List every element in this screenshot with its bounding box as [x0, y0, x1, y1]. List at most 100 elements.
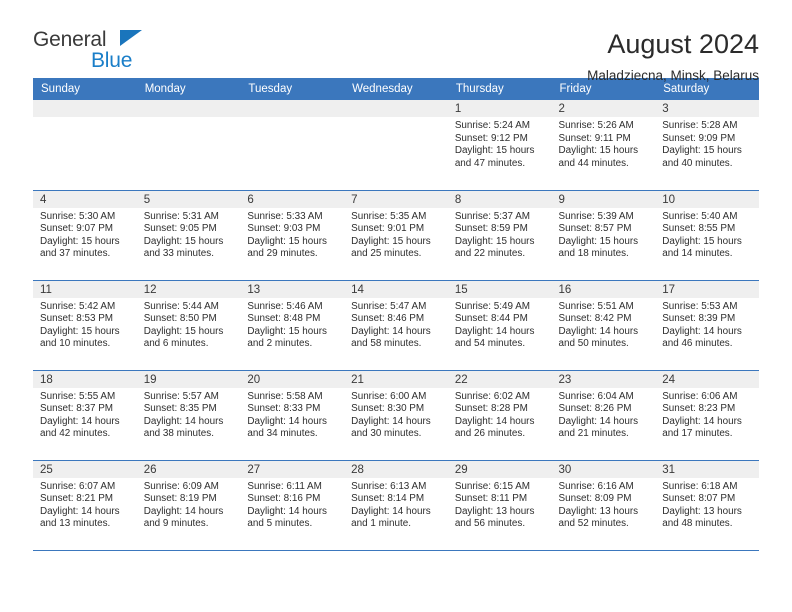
calendar-day-cell[interactable]: 15 Sunrise: 5:49 AM Sunset: 8:44 PM Dayligh…: [447, 280, 552, 371]
sunset-time: Sunset: 9:07 PM: [40, 223, 114, 235]
day-details: Sunrise: 5:24 AM Sunset: 9:12 PM Daylight:…: [448, 117, 552, 170]
calendar-day-cell[interactable]: 24 Sunrise: 6:06 AM Sunset: 8:23 PM Dayligh…: [655, 370, 759, 461]
daylight-line-2: and 13 minutes.: [40, 518, 111, 530]
daylight-line-1: Daylight: 14 hours: [40, 415, 120, 427]
day-cell-inner: 29 Sunrise: 6:15 AM Sunset: 8:11 PM Dayligh…: [447, 460, 552, 550]
calendar-day-cell[interactable]: 5 Sunrise: 5:31 AM Sunset: 9:05 PM Daylight…: [136, 190, 241, 281]
day-details: Sunrise: 6:07 AM Sunset: 8:21 PM Daylight:…: [33, 478, 137, 531]
calendar-day-cell[interactable]: 20 Sunrise: 5:58 AM Sunset: 8:33 PM Dayligh…: [240, 370, 345, 461]
calendar-day-cell[interactable]: 29 Sunrise: 6:15 AM Sunset: 8:11 PM Dayligh…: [447, 460, 552, 551]
calendar-day-cell[interactable]: 22 Sunrise: 6:02 AM Sunset: 8:28 PM Dayligh…: [447, 370, 552, 461]
calendar-day-cell[interactable]: 12 Sunrise: 5:44 AM Sunset: 8:50 PM Dayligh…: [136, 280, 241, 371]
day-details: Sunrise: 5:26 AM Sunset: 9:11 PM Daylight:…: [552, 117, 656, 170]
sunset-time: Sunset: 9:12 PM: [454, 132, 528, 144]
calendar-day-cell[interactable]: 27 Sunrise: 6:11 AM Sunset: 8:16 PM Dayligh…: [240, 460, 345, 551]
daylight-line-2: and 50 minutes.: [558, 338, 629, 350]
day-details: [344, 117, 448, 120]
calendar-day-cell[interactable]: 30 Sunrise: 6:16 AM Sunset: 8:09 PM Dayligh…: [551, 460, 656, 551]
page-header: General Blue August 2024 Maladziecna, Mi…: [0, 0, 792, 83]
calendar-day-cell[interactable]: 23 Sunrise: 6:04 AM Sunset: 8:26 PM Dayligh…: [551, 370, 656, 461]
weekday-header-monday: Monday: [136, 78, 241, 100]
sunrise-time: Sunrise: 6:09 AM: [143, 480, 219, 492]
daylight-line-2: and 18 minutes.: [558, 248, 629, 260]
daylight-line-2: and 29 minutes.: [247, 248, 318, 260]
day-cell-inner: [33, 100, 137, 190]
day-number: 5: [136, 190, 241, 208]
calendar-day-cell[interactable]: 19 Sunrise: 5:57 AM Sunset: 8:35 PM Dayligh…: [136, 370, 241, 461]
day-details: Sunrise: 5:35 AM Sunset: 9:01 PM Daylight:…: [344, 208, 448, 261]
logo-triangle-icon: [120, 30, 142, 46]
day-cell-inner: 12 Sunrise: 5:44 AM Sunset: 8:50 PM Dayligh…: [136, 280, 241, 370]
daylight-line-2: and 5 minutes.: [247, 518, 313, 530]
day-details: Sunrise: 5:31 AM Sunset: 9:05 PM Daylight:…: [137, 208, 241, 261]
sunrise-time: Sunrise: 6:00 AM: [351, 390, 427, 402]
daylight-line-1: Daylight: 15 hours: [662, 145, 742, 157]
calendar-day-cell[interactable]: 28 Sunrise: 6:13 AM Sunset: 8:14 PM Dayligh…: [344, 460, 448, 551]
sunset-time: Sunset: 8:21 PM: [40, 493, 114, 505]
calendar-day-cell[interactable]: 16 Sunrise: 5:51 AM Sunset: 8:42 PM Dayligh…: [551, 280, 656, 371]
calendar-day-cell[interactable]: 17 Sunrise: 5:53 AM Sunset: 8:39 PM Dayligh…: [655, 280, 759, 371]
calendar-day-cell[interactable]: 1 Sunrise: 5:24 AM Sunset: 9:12 PM Daylight…: [447, 100, 552, 191]
daylight-line-1: Daylight: 14 hours: [454, 325, 535, 337]
calendar-day-cell[interactable]: 2 Sunrise: 5:26 AM Sunset: 9:11 PM Daylight…: [551, 100, 656, 191]
day-cell-inner: 6 Sunrise: 5:33 AM Sunset: 9:03 PM Daylight…: [240, 190, 345, 280]
sunrise-time: Sunrise: 6:16 AM: [558, 480, 634, 492]
calendar-day-cell[interactable]: 10 Sunrise: 5:40 AM Sunset: 8:55 PM Dayligh…: [655, 190, 759, 281]
daylight-line-1: Daylight: 14 hours: [143, 505, 224, 517]
day-cell-inner: 11 Sunrise: 5:42 AM Sunset: 8:53 PM Dayligh…: [33, 280, 137, 370]
sunrise-time: Sunrise: 5:51 AM: [558, 300, 634, 312]
day-number: 3: [655, 100, 759, 117]
day-number: 27: [240, 460, 345, 478]
day-number: 2: [551, 100, 656, 117]
sunrise-time: Sunrise: 5:44 AM: [143, 300, 219, 312]
daylight-line-2: and 52 minutes.: [558, 518, 629, 530]
sunrise-time: Sunrise: 5:39 AM: [558, 210, 634, 222]
daylight-line-2: and 17 minutes.: [662, 428, 733, 440]
calendar-day-cell[interactable]: 31 Sunrise: 6:18 AM Sunset: 8:07 PM Dayligh…: [655, 460, 759, 551]
sunset-time: Sunset: 8:28 PM: [454, 403, 528, 415]
calendar-day-cell[interactable]: 26 Sunrise: 6:09 AM Sunset: 8:19 PM Dayligh…: [136, 460, 241, 551]
day-cell-inner: 14 Sunrise: 5:47 AM Sunset: 8:46 PM Dayligh…: [344, 280, 448, 370]
daylight-line-2: and 56 minutes.: [454, 518, 526, 530]
calendar-week-row: 11 Sunrise: 5:42 AM Sunset: 8:53 PM Dayligh…: [33, 280, 759, 371]
day-cell-inner: 7 Sunrise: 5:35 AM Sunset: 9:01 PM Daylight…: [344, 190, 448, 280]
calendar-week-row: 25 Sunrise: 6:07 AM Sunset: 8:21 PM Dayligh…: [33, 460, 759, 551]
calendar-day-cell[interactable]: 18 Sunrise: 5:55 AM Sunset: 8:37 PM Dayligh…: [33, 370, 137, 461]
daylight-line-2: and 30 minutes.: [351, 428, 422, 440]
day-cell-inner: 31 Sunrise: 6:18 AM Sunset: 8:07 PM Dayligh…: [655, 460, 759, 550]
daylight-line-1: Daylight: 15 hours: [558, 145, 639, 157]
sunset-time: Sunset: 8:48 PM: [247, 313, 321, 325]
calendar-day-cell[interactable]: 9 Sunrise: 5:39 AM Sunset: 8:57 PM Daylight…: [551, 190, 656, 281]
calendar-day-cell[interactable]: 14 Sunrise: 5:47 AM Sunset: 8:46 PM Dayligh…: [344, 280, 448, 371]
calendar-day-cell[interactable]: 4 Sunrise: 5:30 AM Sunset: 9:07 PM Daylight…: [33, 190, 137, 281]
sunset-time: Sunset: 8:23 PM: [662, 403, 736, 415]
sunrise-time: Sunrise: 5:40 AM: [662, 210, 738, 222]
daylight-line-1: Daylight: 14 hours: [351, 505, 431, 517]
day-details: Sunrise: 5:40 AM Sunset: 8:55 PM Daylight:…: [655, 208, 759, 261]
day-cell-inner: 15 Sunrise: 5:49 AM Sunset: 8:44 PM Dayligh…: [447, 280, 552, 370]
day-details: Sunrise: 5:49 AM Sunset: 8:44 PM Daylight:…: [448, 298, 552, 351]
calendar-day-cell[interactable]: 13 Sunrise: 5:46 AM Sunset: 8:48 PM Dayligh…: [240, 280, 345, 371]
day-cell-inner: 20 Sunrise: 5:58 AM Sunset: 8:33 PM Dayligh…: [240, 370, 345, 460]
daylight-line-2: and 48 minutes.: [662, 518, 733, 530]
daylight-line-2: and 34 minutes.: [247, 428, 318, 440]
daylight-line-2: and 1 minute.: [351, 518, 411, 530]
calendar-day-cell[interactable]: 21 Sunrise: 6:00 AM Sunset: 8:30 PM Dayligh…: [344, 370, 448, 461]
sunset-time: Sunset: 9:11 PM: [558, 132, 631, 144]
calendar-day-cell[interactable]: 7 Sunrise: 5:35 AM Sunset: 9:01 PM Daylight…: [344, 190, 448, 281]
calendar-day-cell[interactable]: 3 Sunrise: 5:28 AM Sunset: 9:09 PM Daylight…: [655, 100, 759, 191]
daylight-line-2: and 9 minutes.: [143, 518, 209, 530]
day-number: 7: [344, 190, 448, 208]
calendar-day-cell[interactable]: 6 Sunrise: 5:33 AM Sunset: 9:03 PM Daylight…: [240, 190, 345, 281]
calendar-day-cell[interactable]: 25 Sunrise: 6:07 AM Sunset: 8:21 PM Dayligh…: [33, 460, 137, 551]
sunrise-time: Sunrise: 5:37 AM: [454, 210, 531, 222]
daylight-line-1: Daylight: 15 hours: [662, 235, 742, 247]
calendar-day-cell[interactable]: 11 Sunrise: 5:42 AM Sunset: 8:53 PM Dayligh…: [33, 280, 137, 371]
sunset-time: Sunset: 8:50 PM: [143, 313, 217, 325]
calendar-day-cell[interactable]: 8 Sunrise: 5:37 AM Sunset: 8:59 PM Daylight…: [447, 190, 552, 281]
daylight-line-2: and 26 minutes.: [454, 428, 526, 440]
generalblue-logo[interactable]: General Blue: [33, 26, 183, 78]
daylight-line-1: Daylight: 14 hours: [662, 415, 742, 427]
day-number: 25: [33, 460, 137, 478]
day-details: Sunrise: 5:58 AM Sunset: 8:33 PM Daylight:…: [240, 388, 344, 441]
